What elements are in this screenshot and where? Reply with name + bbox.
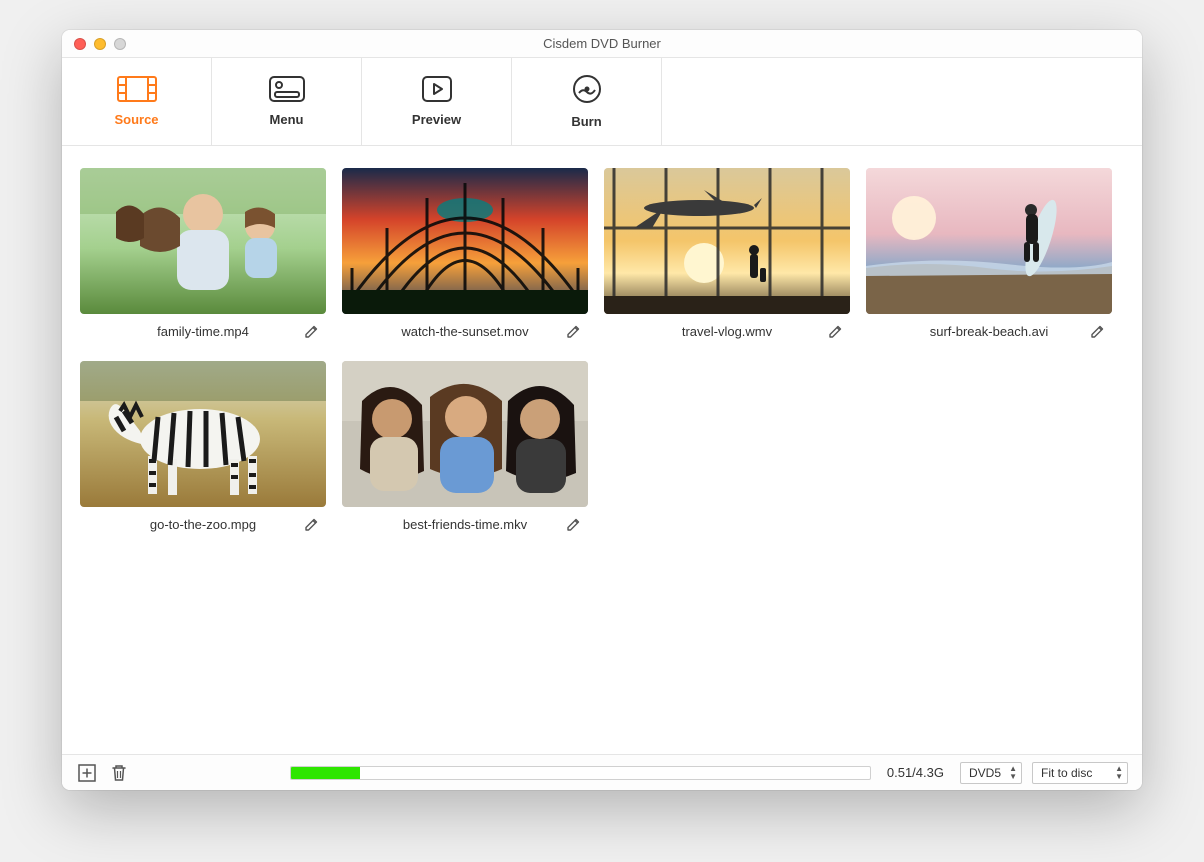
preview-icon [422,76,452,102]
menu-icon [269,76,305,102]
video-label-row: best-friends-time.mkv [342,507,588,538]
close-window-button[interactable] [74,38,86,50]
video-filename: family-time.mp4 [84,324,322,339]
statusbar: 0.51/4.3G DVD5 ▲▼ Fit to disc ▲▼ [62,754,1142,790]
disc-usage-label: 0.51/4.3G [881,765,950,780]
fit-mode-select[interactable]: Fit to disc ▲▼ [1032,762,1128,784]
video-thumbnail[interactable] [342,361,588,507]
disc-type-select[interactable]: DVD5 ▲▼ [960,762,1022,784]
video-thumbnail[interactable] [604,168,850,314]
video-card[interactable]: best-friends-time.mkv [342,361,588,538]
video-label-row: family-time.mp4 [80,314,326,345]
video-card[interactable]: travel-vlog.wmv [604,168,850,345]
video-thumbnail[interactable] [80,361,326,507]
video-filename: surf-break-beach.avi [870,324,1108,339]
zoom-window-button[interactable] [114,38,126,50]
tab-menu[interactable]: Menu [212,58,362,145]
tabbar: Source Menu Preview [62,58,1142,146]
tab-burn[interactable]: Burn [512,58,662,145]
video-filename: go-to-the-zoo.mpg [84,517,322,532]
disc-usage-bar [290,766,871,780]
video-label-row: surf-break-beach.avi [866,314,1112,345]
updown-icon: ▲▼ [1115,765,1123,781]
edit-icon[interactable] [1090,323,1108,341]
fit-mode-value: Fit to disc [1041,766,1092,780]
video-card[interactable]: surf-break-beach.avi [866,168,1112,345]
delete-button[interactable] [108,762,130,784]
content-area: family-time.mp4 watch-the-sunset.mov [62,146,1142,754]
video-thumbnail[interactable] [866,168,1112,314]
tab-label: Source [114,112,158,127]
tab-preview[interactable]: Preview [362,58,512,145]
window-title: Cisdem DVD Burner [62,36,1142,51]
video-filename: watch-the-sunset.mov [346,324,584,339]
burn-icon [572,74,602,104]
tab-label: Menu [270,112,304,127]
video-card[interactable]: family-time.mp4 [80,168,326,345]
add-button[interactable] [76,762,98,784]
video-filename: travel-vlog.wmv [608,324,846,339]
tab-label: Preview [412,112,461,127]
edit-icon[interactable] [304,516,322,534]
source-icon [117,76,157,102]
disc-usage-fill [291,767,360,779]
updown-icon: ▲▼ [1009,765,1017,781]
traffic-lights [62,38,126,50]
disc-type-value: DVD5 [969,766,1001,780]
video-card[interactable]: go-to-the-zoo.mpg [80,361,326,538]
edit-icon[interactable] [304,323,322,341]
video-label-row: travel-vlog.wmv [604,314,850,345]
video-thumbnail[interactable] [80,168,326,314]
titlebar: Cisdem DVD Burner [62,30,1142,58]
video-filename: best-friends-time.mkv [346,517,584,532]
edit-icon[interactable] [566,323,584,341]
app-window: Cisdem DVD Burner Source [62,30,1142,790]
video-grid: family-time.mp4 watch-the-sunset.mov [80,168,1124,538]
video-thumbnail[interactable] [342,168,588,314]
minimize-window-button[interactable] [94,38,106,50]
progress-wrap: 0.51/4.3G [290,765,950,780]
edit-icon[interactable] [566,516,584,534]
video-label-row: go-to-the-zoo.mpg [80,507,326,538]
video-card[interactable]: watch-the-sunset.mov [342,168,588,345]
video-label-row: watch-the-sunset.mov [342,314,588,345]
tab-source[interactable]: Source [62,58,212,145]
tab-label: Burn [571,114,601,129]
edit-icon[interactable] [828,323,846,341]
